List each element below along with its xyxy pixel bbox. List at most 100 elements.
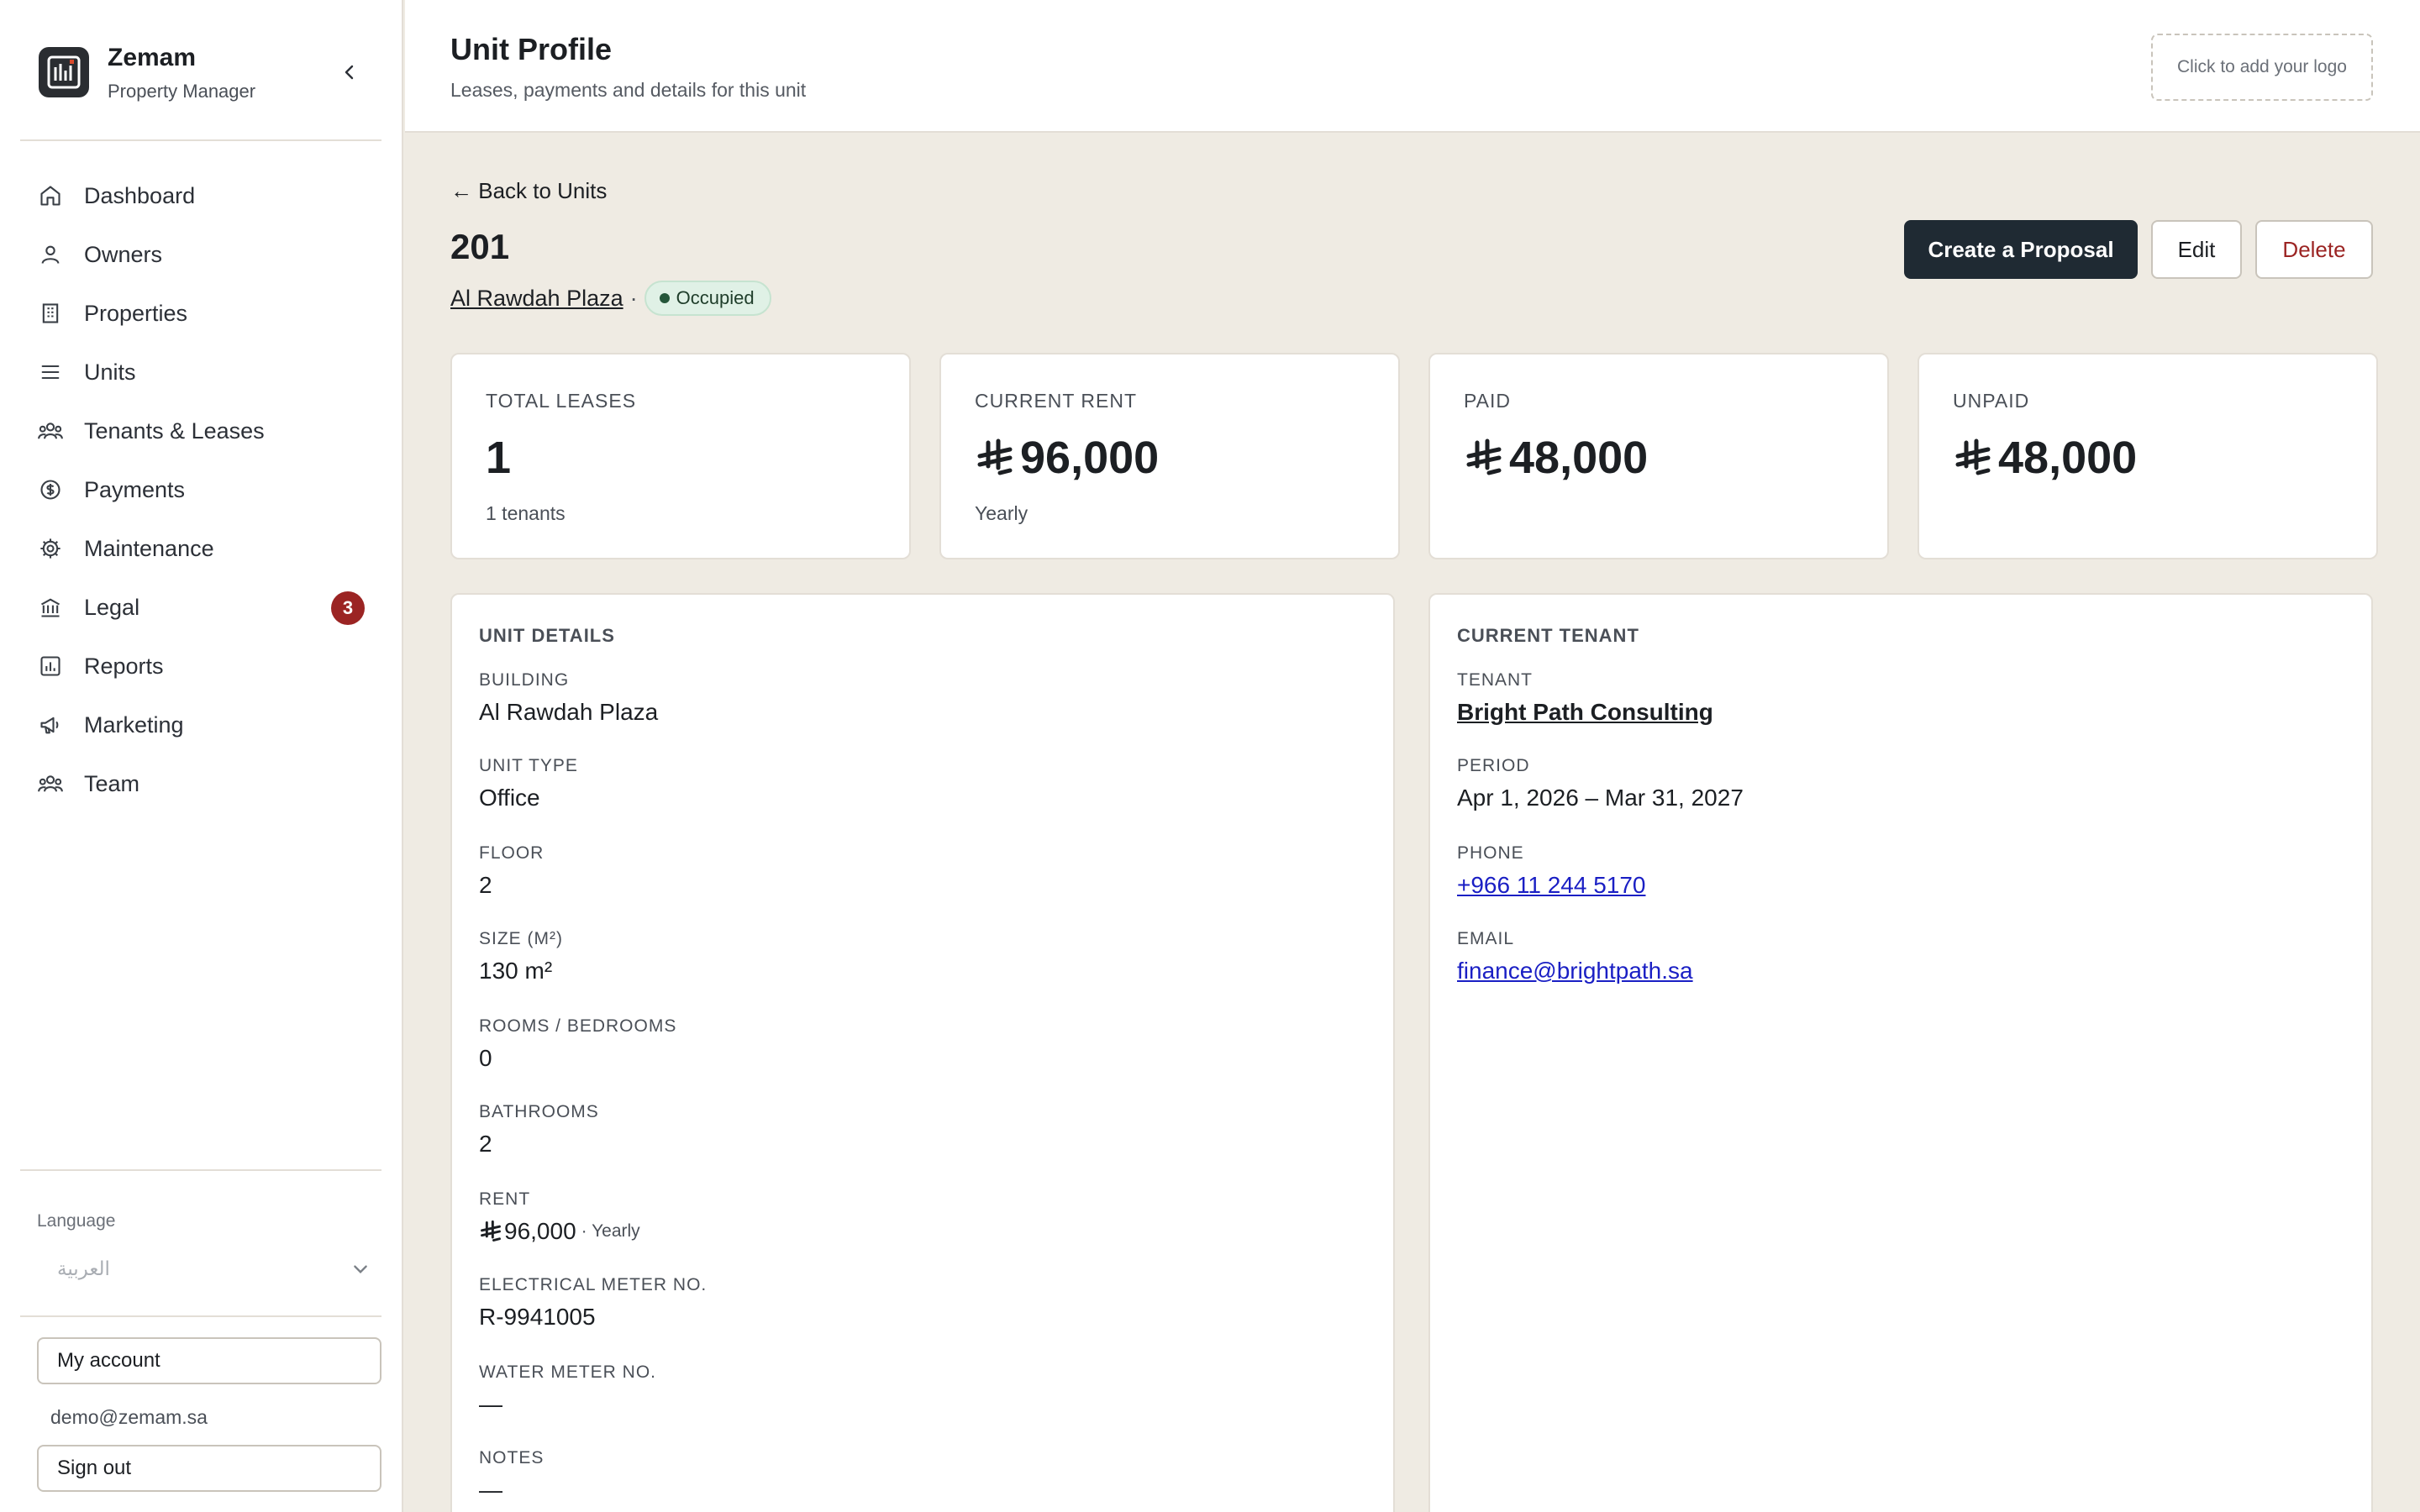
field-value: R-9941005: [479, 1304, 596, 1330]
panel-title: UNIT DETAILS: [479, 625, 615, 646]
field-label: PHONE: [1457, 843, 1524, 863]
sidebar-item-label: Reports: [84, 653, 164, 679]
field-value: 2: [479, 1131, 492, 1157]
field-label: UNIT TYPE: [479, 756, 578, 775]
sidebar-item-owners[interactable]: Owners: [20, 225, 381, 284]
field-label: WATER METER NO.: [479, 1362, 656, 1382]
tenant-link[interactable]: Bright Path Consulting: [1457, 699, 1713, 726]
field-electrical-meter: ELECTRICAL METER NO. R-9941005: [479, 1275, 707, 1331]
field-value: Al Rawdah Plaza: [479, 699, 659, 725]
sidebar-item-tenants-leases[interactable]: Tenants & Leases: [20, 402, 381, 460]
field-label: RENT: [479, 1189, 531, 1209]
riyal-icon: [1953, 438, 1993, 478]
users-icon: [37, 417, 64, 444]
field-water-meter: WATER METER NO. —: [479, 1362, 656, 1418]
sidebar-item-label: Tenants & Leases: [84, 417, 265, 444]
bank-icon: [37, 594, 64, 621]
field-label: BATHROOMS: [479, 1102, 599, 1121]
stat-card-paid: PAID 48,000: [1428, 353, 1889, 559]
sidebar-item-marketing[interactable]: Marketing: [20, 696, 381, 754]
brand-subtitle: Property Manager: [108, 81, 256, 102]
sidebar-item-units[interactable]: Units: [20, 343, 381, 402]
stat-value-text: 1: [486, 433, 512, 483]
meta-separator: ·: [629, 285, 638, 311]
field-period: PERIOD Apr 1, 2026 – Mar 31, 2027: [1457, 756, 1744, 811]
sidebar-item-properties[interactable]: Properties: [20, 284, 381, 343]
add-logo-dropzone[interactable]: Click to add your logo: [2151, 34, 2373, 101]
status-badge: Occupied: [644, 281, 771, 316]
stat-label: CURRENT RENT: [975, 390, 1138, 412]
edit-button[interactable]: Edit: [2151, 220, 2242, 279]
page-subtitle: Leases, payments and details for this un…: [450, 79, 807, 101]
stat-label: PAID: [1464, 390, 1511, 412]
megaphone-icon: [37, 711, 64, 738]
stat-value-text: 48,000: [1998, 433, 2138, 483]
status-label: Occupied: [676, 287, 755, 308]
sidebar-item-reports[interactable]: Reports: [20, 637, 381, 696]
building-icon: [37, 300, 64, 327]
sidebar-item-label: Properties: [84, 300, 188, 326]
field-label: BUILDING: [479, 670, 570, 690]
field-value: 96,000 · Yearly: [479, 1218, 640, 1245]
sidebar-item-label: Units: [84, 359, 136, 385]
field-value: —: [479, 1477, 502, 1503]
building-link[interactable]: Al Rawdah Plaza: [450, 286, 623, 312]
sidebar-item-label: Owners: [84, 241, 163, 267]
stat-value: 96,000: [975, 432, 1159, 484]
sidebar-item-dashboard[interactable]: Dashboard: [20, 166, 381, 225]
home-icon: [37, 182, 64, 209]
page-title: Unit Profile: [450, 32, 613, 66]
field-unit-type: UNIT TYPE Office: [479, 756, 578, 811]
field-bathrooms: BATHROOMS 2: [479, 1102, 599, 1158]
sidebar-nav: Dashboard Owners Properties Units Tenant…: [20, 166, 381, 813]
sidebar-item-legal[interactable]: Legal 3: [20, 578, 381, 637]
field-email: EMAIL finance@brightpath.sa: [1457, 929, 1693, 984]
language-label: Language: [37, 1211, 116, 1231]
back-to-units-link[interactable]: ← Back to Units: [450, 178, 607, 204]
gear-icon: [37, 535, 64, 562]
page-header: Unit Profile Leases, payments and detail…: [405, 0, 2420, 133]
panel-title: CURRENT TENANT: [1457, 625, 1639, 646]
create-proposal-button[interactable]: Create a Proposal: [1904, 220, 2138, 279]
field-value: 0: [479, 1045, 492, 1071]
stat-card-unpaid: UNPAID 48,000: [1918, 353, 2378, 559]
field-rent: RENT 96,000 · Yearly: [479, 1189, 640, 1245]
my-account-button[interactable]: My account: [37, 1337, 381, 1384]
list-icon: [37, 359, 64, 386]
brand-name: Zemam: [108, 44, 197, 71]
stats-row: TOTAL LEASES 1 1 tenants CURRENT RENT 96…: [450, 353, 2378, 559]
unit-actions: Create a Proposal Edit Delete: [1904, 220, 2373, 279]
riyal-icon: [479, 1220, 502, 1243]
stat-value-text: 96,000: [1020, 433, 1160, 483]
stat-value: 48,000: [1464, 432, 1648, 484]
brand: Zemam Property Manager: [20, 39, 381, 109]
email-link[interactable]: finance@brightpath.sa: [1457, 958, 1693, 984]
field-floor: FLOOR 2: [479, 843, 544, 899]
field-value: 130 m²: [479, 958, 553, 984]
sidebar-item-maintenance[interactable]: Maintenance: [20, 519, 381, 578]
field-rooms: ROOMS / BEDROOMS 0: [479, 1016, 676, 1072]
brand-logo-icon: [39, 47, 89, 97]
language-value: العربية: [57, 1258, 110, 1280]
field-label: TENANT: [1457, 670, 1533, 690]
stat-value-text: 48,000: [1509, 433, 1649, 483]
language-select[interactable]: العربية: [37, 1247, 380, 1292]
sign-out-button[interactable]: Sign out: [37, 1445, 381, 1492]
field-building: BUILDING Al Rawdah Plaza: [479, 670, 658, 726]
stat-card-total-leases: TOTAL LEASES 1 1 tenants: [450, 353, 911, 559]
stat-value: 1: [486, 432, 511, 484]
phone-link[interactable]: +966 11 244 5170: [1457, 872, 1645, 899]
sidebar-item-team[interactable]: Team: [20, 754, 381, 813]
field-value: —: [479, 1391, 502, 1417]
field-label: SIZE (M²): [479, 929, 563, 948]
sidebar-item-label: Team: [84, 770, 140, 796]
stat-card-current-rent: CURRENT RENT 96,000 Yearly: [939, 353, 1400, 559]
delete-button[interactable]: Delete: [2255, 220, 2373, 279]
field-size: SIZE (M²) 130 m²: [479, 929, 563, 984]
unit-number: 201: [450, 227, 510, 266]
rent-amount: 96,000: [504, 1218, 576, 1244]
sidebar-item-payments[interactable]: Payments: [20, 460, 381, 519]
collapse-sidebar-button[interactable]: [333, 55, 366, 89]
field-label: PERIOD: [1457, 756, 1530, 775]
sidebar-divider: [20, 1315, 381, 1317]
